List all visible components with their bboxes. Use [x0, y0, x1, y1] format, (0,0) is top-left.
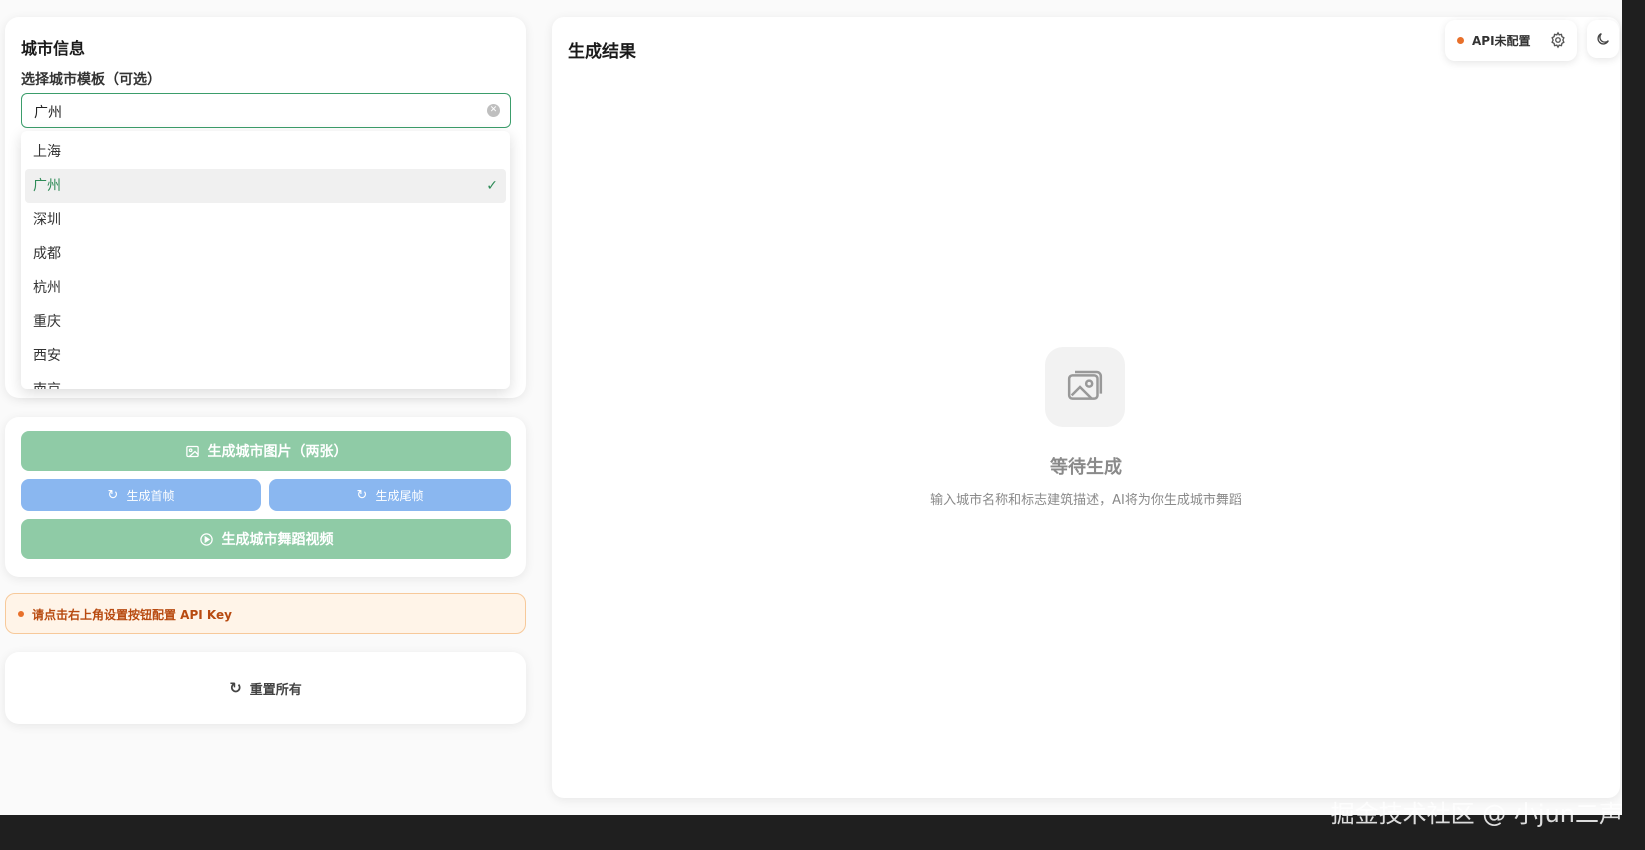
city-template-select[interactable]: 广州 ✕ — [21, 93, 511, 128]
clear-icon[interactable]: ✕ — [487, 104, 500, 117]
city-option-hangzhou[interactable]: 杭州 — [25, 271, 506, 305]
city-option-shanghai[interactable]: 上海 — [25, 135, 506, 169]
empty-state-title: 等待生成 — [1050, 457, 1122, 478]
warning-dot-icon — [18, 611, 24, 617]
empty-state-icon-box — [1045, 347, 1125, 427]
city-option-guangzhou[interactable]: 广州 ✓ — [25, 169, 506, 203]
api-status-badge: API未配置 — [1445, 20, 1577, 61]
city-option-chongqing[interactable]: 重庆 — [25, 305, 506, 339]
generate-video-label: 生成城市舞蹈视频 — [221, 532, 334, 548]
api-status-text: API未配置 — [1472, 34, 1531, 48]
generate-first-frame-button[interactable]: ↻ 生成首帧 — [21, 479, 261, 511]
gear-icon[interactable] — [1549, 31, 1567, 49]
watermark: 掘金技术社区 @ 小jun二声 — [1330, 800, 1623, 828]
api-key-warning: 请点击右上角设置按钮配置 API Key — [5, 593, 526, 634]
generate-images-label: 生成城市图片（两张） — [207, 444, 348, 460]
generate-last-frame-label: 生成尾帧 — [375, 488, 424, 503]
generate-images-button[interactable]: 生成城市图片（两张） — [21, 431, 511, 471]
city-dropdown: 上海 广州✓ 深圳 成都 杭州 重庆 西安 南京 — [21, 131, 510, 389]
app-window: 城市信息 选择城市模板（可选） 广州 ✕ 上海 广州 ✓ 深圳 成都 杭州 重庆 … — [0, 0, 1622, 815]
refresh-icon: ↻ — [356, 487, 368, 503]
generate-video-button[interactable]: 生成城市舞蹈视频 — [21, 519, 511, 559]
generate-first-frame-label: 生成首帧 — [126, 488, 175, 503]
status-dot-icon — [1457, 37, 1464, 44]
reset-all-label: 重置所有 — [249, 682, 302, 698]
action-card: 生成城市图片（两张） ↻ 生成首帧 ↻ 生成尾帧 生成城市舞蹈视频 — [5, 417, 526, 577]
city-option-chengdu[interactable]: 成都 — [25, 237, 506, 271]
play-circle-icon — [199, 532, 213, 546]
city-template-label: 选择城市模板（可选） — [21, 72, 161, 88]
warning-text: 请点击右上角设置按钮配置 API Key — [32, 608, 232, 622]
result-panel: 生成结果 等待生成 输入城市名称和标志建筑描述，AI将为你生成城市舞蹈 — [552, 17, 1620, 798]
city-dropdown-list: 上海 广州✓ 深圳 成都 杭州 重庆 西安 南京 — [25, 135, 506, 389]
city-option-shenzhen[interactable]: 深圳 — [25, 203, 506, 237]
city-info-title: 城市信息 — [21, 39, 86, 58]
image-placeholder-icon — [1067, 370, 1103, 400]
refresh-icon: ↻ — [107, 487, 119, 503]
reset-all-button[interactable]: ↻ 重置所有 — [5, 652, 526, 724]
empty-state-description: 输入城市名称和标志建筑描述，AI将为你生成城市舞蹈 — [930, 493, 1242, 508]
reset-card: ↻ 重置所有 — [5, 652, 526, 724]
refresh-icon: ↻ — [229, 679, 242, 697]
moon-icon — [1597, 33, 1609, 45]
check-icon: ✓ — [486, 178, 498, 194]
city-template-value: 广州 — [34, 105, 62, 121]
generate-last-frame-button[interactable]: ↻ 生成尾帧 — [269, 479, 511, 511]
theme-toggle-button[interactable] — [1587, 20, 1619, 58]
city-option-xian[interactable]: 西安 — [25, 339, 506, 373]
city-option-nanjing[interactable]: 南京 — [25, 373, 506, 389]
image-icon — [185, 445, 199, 457]
result-title: 生成结果 — [568, 42, 636, 62]
